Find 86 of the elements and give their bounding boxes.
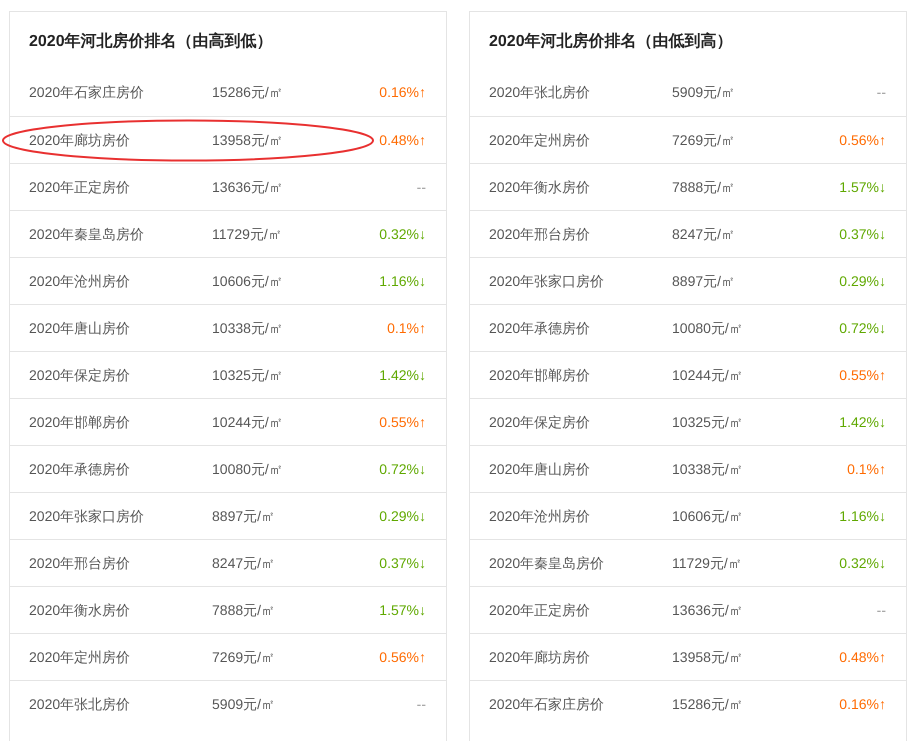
city-name: 2020年定州房价 (29, 648, 132, 666)
price-value: 13958元/㎡ (672, 648, 744, 666)
change-value: 0.29%↓ (379, 506, 426, 526)
change-value: 1.16%↓ (379, 272, 426, 290)
city-name: 2020年廊坊房价 (29, 130, 132, 150)
city-name: 2020年唐山房价 (489, 460, 592, 478)
change-value: 0.55%↑ (379, 412, 426, 432)
city-name: 2020年邯郸房价 (489, 366, 592, 384)
change-value: 0.37%↓ (379, 554, 426, 572)
price-value: 13958元/㎡ (212, 130, 284, 150)
price-value: 15286元/㎡ (212, 83, 284, 102)
price-value: 10338元/㎡ (212, 318, 284, 338)
change-value: 0.16%↑ (839, 694, 886, 714)
change-value: 0.72%↓ (379, 460, 426, 478)
card-title: 2020年河北房价排名（由低到高） (488, 31, 734, 52)
city-name: 2020年保定房价 (489, 412, 592, 432)
city-name: 2020年邢台房价 (489, 224, 592, 244)
change-value: 0.1%↑ (847, 460, 886, 478)
price-value: 15286元/㎡ (672, 694, 744, 714)
change-value: 0.1%↑ (387, 318, 426, 338)
city-name: 2020年张北房价 (29, 694, 132, 714)
card-title: 2020年河北房价排名（由高到低） (28, 31, 274, 52)
price-value: 10325元/㎡ (672, 412, 744, 432)
change-value: 1.57%↓ (379, 600, 426, 620)
change-value: 0.48%↑ (839, 648, 886, 666)
price-value: 10606元/㎡ (672, 506, 744, 526)
city-name: 2020年衡水房价 (489, 178, 592, 196)
city-name: 2020年秦皇岛房价 (489, 554, 606, 572)
price-value: 8247元/㎡ (672, 224, 736, 244)
change-value: 0.32%↓ (379, 224, 426, 244)
change-value: 0.29%↓ (839, 272, 886, 290)
price-value: 10080元/㎡ (212, 460, 284, 478)
city-name: 2020年张家口房价 (29, 506, 146, 526)
change-value: 1.42%↓ (379, 366, 426, 384)
city-name: 2020年唐山房价 (29, 318, 132, 338)
price-value: 7888元/㎡ (672, 178, 736, 196)
change-value: 1.16%↓ (839, 506, 886, 526)
price-value: 5909元/㎡ (212, 694, 276, 714)
city-name: 2020年秦皇岛房价 (29, 224, 146, 244)
city-name: 2020年正定房价 (489, 600, 592, 620)
city-name: 2020年石家庄房价 (29, 83, 146, 102)
change-value: 0.56%↑ (839, 130, 886, 150)
change-value: -- (876, 600, 886, 620)
change-value: 0.32%↓ (839, 554, 886, 572)
change-value: 1.42%↓ (839, 412, 886, 432)
price-value: 7269元/㎡ (212, 648, 276, 666)
change-value: 0.48%↑ (379, 130, 426, 150)
change-value: 0.16%↑ (379, 83, 426, 102)
price-value: 7888元/㎡ (212, 600, 276, 620)
change-value: 1.57%↓ (839, 178, 886, 196)
city-name: 2020年廊坊房价 (489, 648, 592, 666)
price-value: 13636元/㎡ (672, 600, 744, 620)
city-name: 2020年张北房价 (489, 83, 592, 102)
change-value: -- (876, 83, 886, 102)
city-name: 2020年衡水房价 (29, 600, 132, 620)
price-value: 8897元/㎡ (672, 272, 736, 290)
price-value: 10244元/㎡ (672, 366, 744, 384)
city-name: 2020年承德房价 (29, 460, 132, 478)
city-name: 2020年张家口房价 (489, 272, 606, 290)
city-name: 2020年邢台房价 (29, 554, 132, 572)
change-value: -- (416, 694, 426, 714)
price-value: 10606元/㎡ (212, 272, 284, 290)
price-value: 7269元/㎡ (672, 130, 736, 150)
change-value: 0.72%↓ (839, 318, 886, 338)
change-value: 0.56%↑ (379, 648, 426, 666)
price-value: 10325元/㎡ (212, 366, 284, 384)
price-value: 10338元/㎡ (672, 460, 744, 478)
city-name: 2020年石家庄房价 (489, 694, 606, 714)
city-name: 2020年沧州房价 (29, 272, 132, 290)
price-value: 8897元/㎡ (212, 506, 276, 526)
city-name: 2020年定州房价 (489, 130, 592, 150)
change-value: 0.55%↑ (839, 366, 886, 384)
city-name: 2020年邯郸房价 (29, 412, 132, 432)
city-name: 2020年承德房价 (489, 318, 592, 338)
city-name: 2020年保定房价 (29, 366, 132, 384)
price-value: 5909元/㎡ (672, 83, 736, 102)
city-name: 2020年正定房价 (29, 178, 132, 196)
price-value: 11729元/㎡ (212, 224, 283, 244)
price-value: 10080元/㎡ (672, 318, 744, 338)
price-value: 13636元/㎡ (212, 178, 284, 196)
change-value: -- (416, 178, 426, 196)
price-value: 10244元/㎡ (212, 412, 284, 432)
city-name: 2020年沧州房价 (489, 506, 592, 526)
price-value: 11729元/㎡ (672, 554, 743, 572)
price-value: 8247元/㎡ (212, 554, 276, 572)
change-value: 0.37%↓ (839, 224, 886, 244)
